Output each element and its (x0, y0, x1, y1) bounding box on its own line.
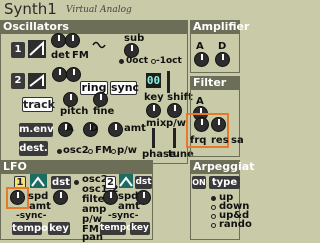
oct-0-radio[interactable] (119, 59, 124, 64)
arp-upd-radio[interactable] (211, 214, 216, 219)
oct-minus1-label: -1oct (156, 56, 182, 66)
fine-label: fine (93, 106, 115, 117)
osc1-fm-knob[interactable] (65, 33, 80, 48)
lfo1-dst-button[interactable]: dst (51, 176, 71, 189)
lfo2-wave-button[interactable] (119, 174, 133, 188)
track-button[interactable]: track (22, 97, 55, 112)
pitch-knob[interactable] (63, 92, 78, 107)
sync-button[interactable]: sync (110, 81, 139, 95)
res-label: res (211, 135, 229, 146)
menv-amt-label: amt (124, 123, 146, 134)
arpeggiator-header: Arpeggiat (190, 160, 254, 173)
menv-button[interactable]: m.env (19, 123, 54, 137)
dest-button[interactable]: dest. (19, 141, 48, 156)
dest-pw-radio[interactable] (111, 149, 116, 154)
lfo1-spd-knob[interactable] (10, 190, 25, 205)
tune-slider[interactable] (173, 128, 176, 148)
dest-fm-radio[interactable] (88, 149, 93, 154)
arp-up-radio[interactable] (211, 196, 216, 201)
frq-knob[interactable] (194, 117, 209, 132)
osc2-number-button[interactable]: 2 (11, 73, 25, 89)
arp-option-3[interactable]: rando (219, 220, 252, 230)
dest-fm-label: FM (95, 145, 112, 156)
triangle-wave-icon (31, 176, 45, 187)
det-label: det (51, 50, 70, 61)
lfo2-number[interactable]: 2 (105, 176, 116, 189)
mix-label: mix (146, 118, 167, 129)
menv-amt-knob[interactable] (108, 122, 123, 137)
fm-label: FM (72, 50, 89, 61)
sat-label: sa (231, 135, 244, 146)
osc1-number-button[interactable]: 1 (11, 42, 25, 58)
dest-osc2-radio[interactable] (57, 149, 62, 154)
app-subtitle: Virtual Analog (66, 5, 132, 15)
lfo2-tempo-button[interactable]: tempo (100, 222, 132, 235)
menv-a-label: A (66, 123, 74, 134)
osc2-wave-button[interactable] (28, 73, 46, 89)
pw-knob[interactable] (167, 103, 182, 118)
osc1-wave-button[interactable] (28, 40, 46, 58)
saw-wave-icon (29, 73, 44, 87)
osc1-det-knob[interactable] (51, 33, 66, 48)
lfo-dst-radio[interactable] (74, 180, 79, 185)
app-title: Synth1 (4, 0, 57, 18)
pitch-label: pitch (60, 106, 89, 117)
frq-label: frq (190, 135, 207, 146)
lfo1-key-button[interactable]: key (48, 222, 70, 235)
lfo2-key-button[interactable]: key (130, 222, 150, 235)
arp-on-button[interactable]: ON (192, 176, 206, 189)
menv-d-label: D (90, 123, 99, 134)
oct-0-label: 0oct (126, 56, 149, 66)
osc2-fine-knob[interactable] (66, 67, 81, 82)
keyshift-slider[interactable] (167, 71, 170, 93)
amp-d-knob[interactable] (215, 52, 230, 67)
filter-header: Filter (190, 76, 240, 89)
lfo1-tempo-button[interactable]: tempo (12, 222, 48, 235)
lfo1-amt-knob[interactable] (53, 190, 68, 205)
arp-random-radio[interactable] (211, 223, 216, 228)
keyshift-display[interactable]: 00 (146, 73, 161, 88)
osc1-sine-icon (92, 40, 106, 53)
lfo-header: LFO (0, 160, 153, 173)
saw-wave-icon (29, 40, 44, 56)
res-knob[interactable] (211, 117, 226, 132)
lfo2-sync-label: -sync- (108, 211, 139, 221)
arp-down-radio[interactable] (211, 205, 216, 210)
phase-slider[interactable] (152, 128, 155, 148)
amp-a-label: A (196, 41, 204, 52)
lfo2-spd-knob[interactable] (103, 190, 118, 205)
sine-wave-icon (92, 41, 106, 49)
oscillators-header: Oscillators (0, 20, 188, 33)
osc2-pitch-knob[interactable] (52, 67, 67, 82)
amplifier-header: Amplifier (190, 20, 249, 33)
dest-pw-label: p/w (117, 145, 138, 156)
keyshift-label: key shift (144, 92, 193, 103)
lfo1-wave-button[interactable] (30, 174, 47, 188)
pw2-label: p/w (166, 118, 187, 129)
triangle-wave-icon (119, 176, 133, 187)
amp-d-label: D (218, 41, 227, 52)
lfo1-sync-label: -sync- (16, 211, 47, 221)
amp-a-knob[interactable] (194, 52, 209, 67)
lfo2-dst-button[interactable]: dst (135, 176, 152, 189)
arp-type-button[interactable]: type (209, 176, 240, 189)
dest-osc2-label: osc2 (63, 145, 89, 156)
fine-knob[interactable] (93, 92, 108, 107)
mix-knob[interactable] (146, 103, 161, 118)
